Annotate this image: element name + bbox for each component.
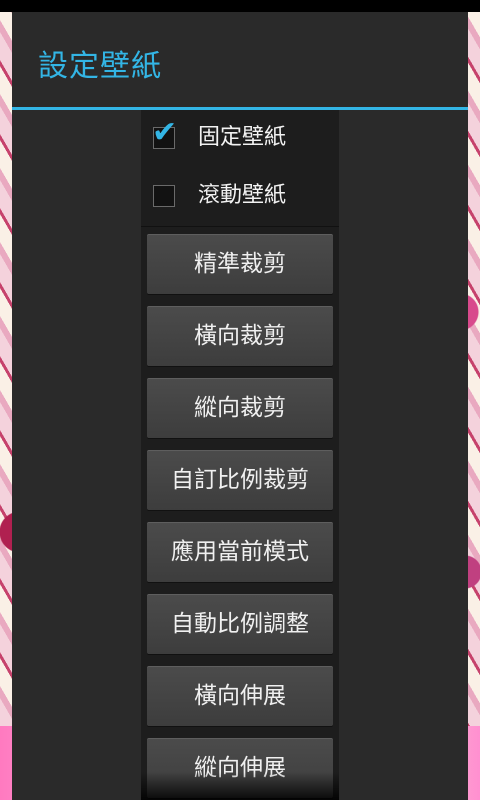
options-list[interactable]: ✔ 固定壁紙 滾動壁紙 精準裁剪 橫向裁剪 縱向裁剪 自訂比例裁剪 應用當前模式… (141, 110, 339, 800)
horizontal-crop-button[interactable]: 橫向裁剪 (147, 306, 333, 366)
check-icon: ✔ (152, 115, 178, 150)
checkbox-unchecked[interactable] (153, 185, 175, 207)
button-label: 自動比例調整 (171, 611, 309, 637)
option-fixed-wallpaper[interactable]: ✔ 固定壁紙 (141, 110, 339, 168)
checkbox-checked[interactable]: ✔ (152, 118, 177, 149)
button-label: 縱向裁剪 (194, 395, 286, 421)
button-label: 應用當前模式 (171, 539, 309, 565)
option-label: 滾動壁紙 (198, 183, 287, 208)
option-scrolling-wallpaper[interactable]: 滾動壁紙 (141, 168, 339, 226)
custom-ratio-crop-button[interactable]: 自訂比例裁剪 (147, 450, 333, 510)
button-label: 自訂比例裁剪 (171, 467, 309, 493)
dialog-title: 設定壁紙 (38, 49, 162, 84)
option-label: 固定壁紙 (198, 125, 287, 150)
apply-current-mode-button[interactable]: 應用當前模式 (147, 522, 333, 582)
precise-crop-button[interactable]: 精準裁剪 (147, 234, 333, 294)
vertical-crop-button[interactable]: 縱向裁剪 (147, 378, 333, 438)
scroll-fade (141, 772, 339, 800)
button-label: 精準裁剪 (194, 251, 286, 277)
button-label: 橫向裁剪 (194, 323, 286, 349)
horizontal-stretch-button[interactable]: 橫向伸展 (147, 666, 333, 726)
set-wallpaper-dialog: 設定壁紙 ✔ 固定壁紙 滾動壁紙 精準裁剪 橫向裁剪 縱向裁剪 自訂比例裁剪 應… (12, 12, 468, 800)
auto-ratio-adjust-button[interactable]: 自動比例調整 (147, 594, 333, 654)
options-divider (141, 226, 339, 227)
button-label: 橫向伸展 (194, 683, 286, 709)
status-bar (0, 0, 480, 12)
dialog-header: 設定壁紙 (12, 12, 468, 107)
